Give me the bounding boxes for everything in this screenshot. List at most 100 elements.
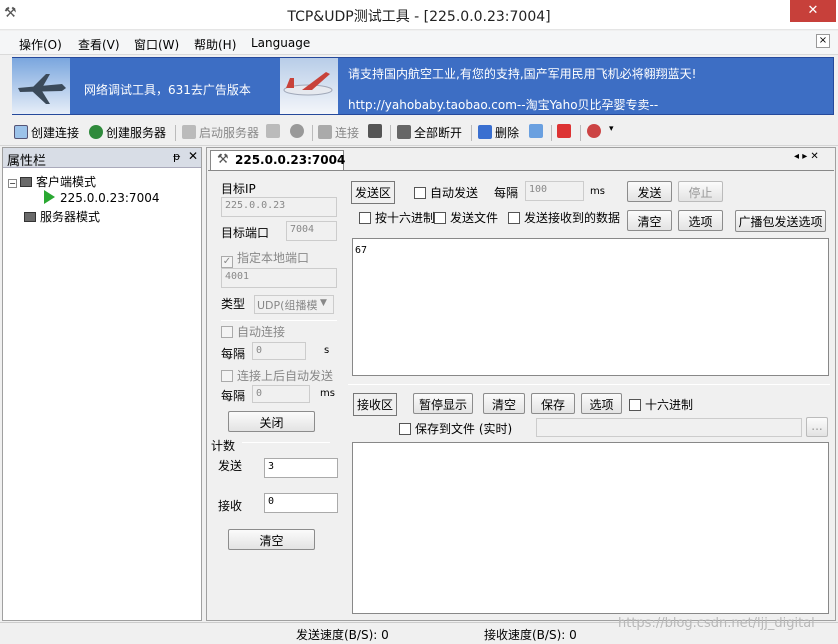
auto-connect-checkbox[interactable]: 自动连接: [221, 323, 285, 340]
checkbox-icon: [359, 212, 371, 224]
checkbox-icon: [629, 399, 641, 411]
tree-connection-label: 225.0.0.23:7004: [60, 191, 160, 205]
browse-button[interactable]: ...: [806, 417, 828, 437]
toolbar-separator: [175, 125, 176, 141]
auto-send-interval-unit: ms: [320, 388, 335, 399]
clear-send-button[interactable]: 清空: [627, 210, 672, 231]
banner-right-line1: 请支持国内航空工业,有您的支持,国产军用民用飞机必将翱翔蓝天!: [348, 67, 697, 81]
pause-display-button[interactable]: 暂停显示: [413, 393, 473, 414]
save-file-path-field[interactable]: [536, 418, 802, 437]
send-count-field[interactable]: 3: [264, 458, 338, 478]
tree-connection-item[interactable]: 225.0.0.23:7004: [44, 190, 159, 205]
local-port-field[interactable]: 4001: [221, 268, 337, 288]
toolbar: 创建连接 创建服务器 启动服务器 连接 全部断开 删除 ▾: [0, 120, 838, 146]
delete-button[interactable]: 删除: [478, 124, 519, 141]
tree-client-mode-label: 客户端模式: [36, 175, 97, 189]
reconnect-interval-field[interactable]: 0: [252, 342, 306, 360]
chevron-down-icon[interactable]: ▼: [320, 298, 327, 308]
send-textarea[interactable]: 67: [352, 238, 829, 376]
receive-textarea[interactable]: [352, 442, 829, 614]
tree-server-mode-label: 服务器模式: [40, 210, 101, 224]
connect-button[interactable]: 连接: [318, 124, 359, 141]
save-button[interactable]: 保存: [531, 393, 575, 414]
tab-navigation[interactable]: ◂ ▸ ✕: [794, 151, 819, 162]
menu-language[interactable]: Language: [251, 36, 310, 50]
broadcast-options-button[interactable]: 广播包发送选项: [735, 210, 826, 232]
collapse-icon[interactable]: −: [8, 179, 17, 188]
receive-options-button[interactable]: 选项: [581, 393, 622, 414]
tree-client-mode[interactable]: − 客户端模式: [8, 173, 96, 190]
auto-send-after-connect-checkbox[interactable]: 连接上后自动发送: [221, 367, 333, 384]
config-divider: [221, 320, 337, 321]
disconnect-button[interactable]: [368, 124, 385, 139]
about-icon: [587, 124, 601, 138]
send-button[interactable]: 发送: [627, 181, 672, 202]
count-label: 计数: [211, 439, 236, 453]
auto-send-interval-label: 每隔: [221, 389, 246, 403]
start-server-button[interactable]: 启动服务器: [182, 124, 259, 141]
local-port-checkbox[interactable]: ✓ 指定本地端口: [221, 249, 309, 268]
checkbox-icon: [434, 212, 446, 224]
stop-button[interactable]: 停止: [678, 181, 723, 202]
auto-send-interval-field[interactable]: 0: [252, 385, 310, 403]
toolbar-separator: [551, 125, 552, 141]
create-server-button[interactable]: 创建服务器: [89, 124, 166, 141]
receive-section-button[interactable]: 接收区: [353, 393, 398, 416]
save-to-file-checkbox[interactable]: 保存到文件 (实时): [399, 420, 512, 437]
disconnect-all-button[interactable]: 全部断开: [397, 124, 462, 141]
send-received-label: 发送接收到的数据: [524, 211, 621, 225]
reconnect-interval-unit: s: [324, 345, 330, 356]
menu-bar: 操作(O) 查看(V) 窗口(W) 帮助(H) Language ×: [0, 31, 838, 55]
refresh-button[interactable]: [529, 124, 546, 139]
server-icon: [182, 125, 196, 139]
auto-send-checkbox[interactable]: 自动发送: [414, 184, 478, 201]
banner-left-text: 网络调试工具，631去广告版本: [84, 83, 251, 97]
target-port-field[interactable]: 7004: [286, 221, 337, 241]
send-interval-field[interactable]: 100: [525, 181, 584, 201]
send-speed: 发送速度(B/S): 0: [296, 628, 389, 642]
tree-server-mode[interactable]: 服务器模式: [24, 208, 100, 225]
create-connection-button[interactable]: 创建连接: [14, 124, 79, 141]
about-button[interactable]: [587, 124, 604, 139]
clear-receive-button[interactable]: 清空: [483, 393, 525, 414]
cancel-button[interactable]: [290, 124, 307, 139]
reconnect-interval-label: 每隔: [221, 347, 246, 361]
target-ip-field[interactable]: 225.0.0.23: [221, 197, 337, 217]
mdi-close-icon[interactable]: ×: [816, 34, 830, 48]
window-close-button[interactable]: ✕: [790, 0, 836, 22]
checkbox-icon: [508, 212, 520, 224]
menu-help[interactable]: 帮助(H): [194, 36, 236, 53]
send-file-checkbox[interactable]: 发送文件: [434, 209, 498, 226]
menu-view[interactable]: 查看(V): [78, 36, 120, 53]
tab-connection[interactable]: 225.0.0.23:7004: [210, 150, 345, 170]
power-icon: [557, 124, 571, 138]
stop-server-button[interactable]: [266, 124, 283, 139]
airliner-icon: [283, 72, 333, 96]
menu-operate[interactable]: 操作(O): [19, 36, 62, 53]
close-connection-button[interactable]: 关闭: [228, 411, 315, 432]
hex-send-label: 按十六进制: [375, 211, 436, 225]
send-interval-label: 每隔: [494, 186, 519, 200]
local-port-label: 指定本地端口: [237, 251, 310, 265]
refresh-icon: [529, 124, 543, 138]
power-button[interactable]: [557, 124, 574, 139]
send-section-button[interactable]: 发送区: [351, 181, 396, 204]
recv-count-field[interactable]: 0: [264, 493, 338, 513]
save-to-file-label: 保存到文件 (实时): [415, 422, 513, 436]
send-count-label: 发送: [218, 459, 243, 473]
hex-send-checkbox[interactable]: 按十六进制: [359, 209, 435, 226]
jet-icon: [18, 74, 66, 104]
type-select-value: UDP(组播模: [257, 299, 318, 312]
clear-count-button[interactable]: 清空: [228, 529, 315, 550]
menu-window[interactable]: 窗口(W): [134, 36, 179, 53]
send-received-checkbox[interactable]: 发送接收到的数据: [508, 209, 620, 226]
hex-display-checkbox[interactable]: 十六进制: [629, 396, 693, 413]
sidebar-header: 属性栏 ᵽ ✕: [3, 148, 201, 169]
checkbox-icon: [399, 423, 411, 435]
sidebar-close-icon[interactable]: ✕: [188, 149, 198, 163]
send-options-button[interactable]: 选项: [678, 210, 723, 231]
pin-icon[interactable]: ᵽ: [173, 150, 180, 163]
banner-right-line2[interactable]: http://yahobaby.taobao.com--淘宝Yaho贝比孕婴专卖…: [348, 96, 658, 113]
toolbar-overflow-icon[interactable]: ▾: [609, 124, 614, 134]
server-stop-icon: [266, 124, 280, 138]
